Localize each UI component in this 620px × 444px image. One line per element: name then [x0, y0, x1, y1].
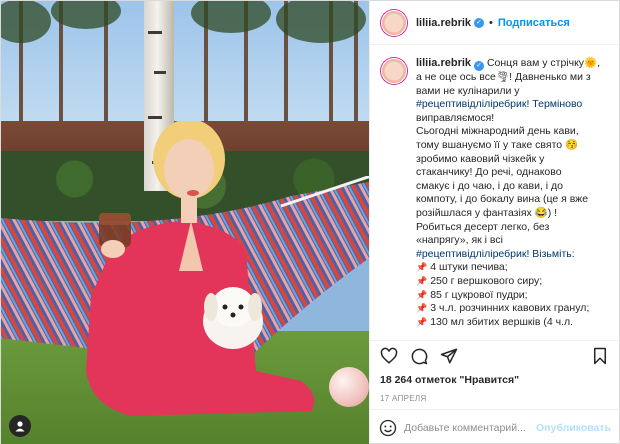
- ingredient-item: 📌 130 мл збитих вершків (4 ч.л.: [416, 315, 574, 328]
- caption-username-link[interactable]: liliia.rebrik: [416, 57, 471, 69]
- smiley-icon[interactable]: [378, 418, 398, 438]
- caption-line: Сьогодні міжнародний день кави,: [416, 125, 579, 138]
- caption-line: зробимо кавовий чізкейк у: [416, 152, 545, 165]
- separator-dot: •: [489, 16, 493, 29]
- pushpin-icon: 📌: [416, 316, 428, 327]
- woman-in-red: [86, 121, 315, 416]
- pushpin-icon: 📌: [416, 275, 428, 286]
- instagram-post: liliia.rebrik ✓ • Подписаться liliia.reb…: [0, 0, 620, 444]
- hashtag-link[interactable]: #рецептивідліліребрик! Терміново: [416, 98, 600, 112]
- hashtag-link[interactable]: #рецептивідліліребрик! Візьміть:: [416, 248, 600, 262]
- balloon: [329, 367, 369, 407]
- username-link[interactable]: liliia.rebrik: [416, 17, 471, 29]
- avatar[interactable]: [380, 8, 408, 37]
- caption-line: вами не кулінарили у: [416, 84, 520, 97]
- verified-badge-icon: ✓: [474, 17, 485, 28]
- ingredient-item: 📌 250 г вершкового сиру;: [416, 274, 543, 287]
- caption-line: виправляємося!: [416, 111, 495, 124]
- bookmark-icon[interactable]: [589, 345, 611, 367]
- post-side-panel: liliia.rebrik ✓ • Подписаться liliia.reb…: [369, 1, 619, 444]
- caption-line: «напрягу», як і всі: [416, 234, 503, 247]
- ingredient-item: 📌 3 ч.л. розчинних кавових гранул;: [416, 302, 590, 315]
- heart-icon[interactable]: [378, 345, 400, 367]
- caption-line: розійшлася у фантазіях 😂) !: [416, 206, 558, 219]
- verified-badge-icon: ✓: [474, 61, 485, 71]
- caption-line: компоту, і до бокалу вина (це я вже: [416, 193, 589, 206]
- post-date[interactable]: 17 АПРЕЛЯ: [370, 386, 619, 409]
- action-bar: [370, 340, 619, 370]
- likes-count[interactable]: 18 264 отметок "Нравится": [370, 370, 619, 386]
- comment-icon[interactable]: [408, 345, 430, 367]
- caption-line: стаканчику! До речі, однаково: [416, 166, 562, 179]
- pushpin-icon: 📌: [416, 262, 428, 273]
- caption-line: смакує і до чаю, і до кави, і до: [416, 179, 563, 192]
- pushpin-icon: 📌: [416, 303, 428, 314]
- post-header: liliia.rebrik ✓ • Подписаться: [370, 1, 619, 45]
- publish-button[interactable]: Опубликовать: [536, 422, 611, 434]
- caption-avatar[interactable]: [380, 57, 408, 85]
- caption-text: liliia.rebrik ✓ Сонця вам у стрічку🌞, а н…: [416, 57, 600, 340]
- caption-line: Сонця вам у стрічку🌞,: [486, 57, 601, 69]
- ingredient-item: 📌 4 штуки печива;: [416, 261, 508, 274]
- pushpin-icon: 📌: [416, 289, 428, 300]
- post-photo[interactable]: [1, 1, 369, 444]
- ingredient-item: 📌 85 г цукрової пудри;: [416, 288, 528, 301]
- caption-line: а не оце ось все🌪! Давненько ми з: [416, 71, 591, 83]
- add-comment-bar: Опубликовать: [370, 409, 619, 444]
- comment-input[interactable]: [404, 421, 537, 434]
- caption-line: Робиться десерт легко, без: [416, 220, 550, 233]
- caption-line: тому вшануємо її у таке свято 😚: [416, 138, 579, 151]
- follow-button[interactable]: Подписаться: [498, 17, 570, 29]
- paper-plane-icon[interactable]: [438, 345, 460, 367]
- user-tag-icon[interactable]: [9, 415, 31, 437]
- comments-area[interactable]: liliia.rebrik ✓ Сонця вам у стрічку🌞, а н…: [370, 45, 619, 340]
